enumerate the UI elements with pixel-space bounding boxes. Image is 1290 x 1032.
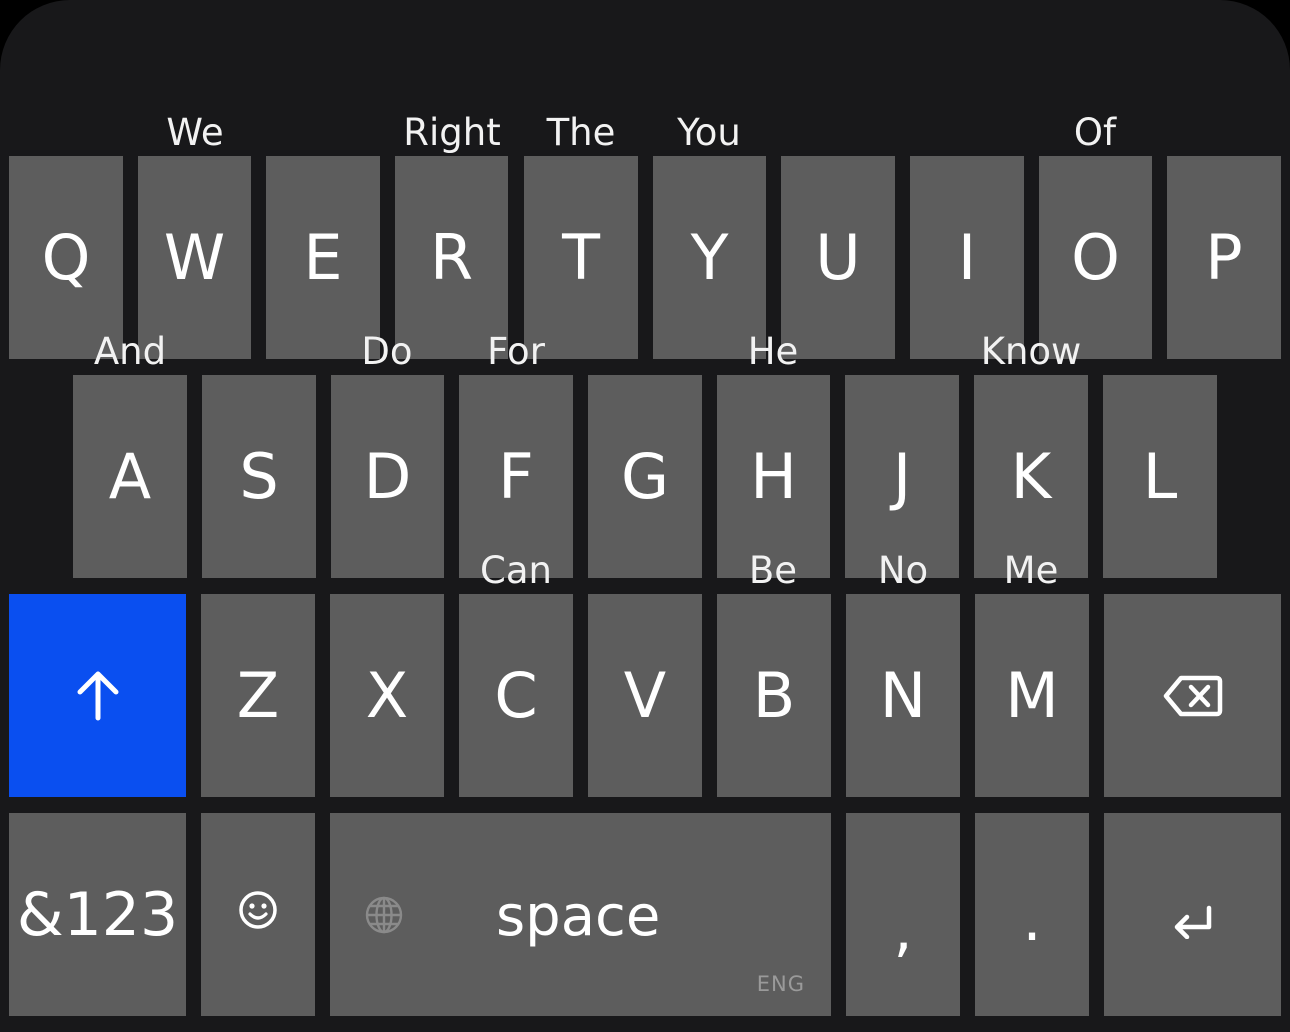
key-b[interactable]: B [717,594,831,797]
key-w[interactable]: W [138,156,251,359]
key-label: F [498,439,534,513]
key-d[interactable]: D [331,375,444,578]
smiley-icon [239,890,277,929]
arrow-up-icon [77,671,118,720]
key-f[interactable]: F [459,375,573,578]
key-label: T [562,220,600,294]
key-label: L [1142,439,1178,513]
key-label: P [1205,220,1243,294]
key-label: J [892,439,912,513]
suggestion-be[interactable]: Be [749,552,797,589]
suggestion-of[interactable]: Of [1074,114,1116,151]
key-n[interactable]: N [846,594,960,797]
key-label: E [303,220,343,294]
key-label: K [1010,439,1052,513]
key-label: M [1005,658,1059,732]
space-label: space [496,884,661,949]
key-g[interactable]: G [588,375,702,578]
shift-key[interactable] [9,594,186,797]
key-j[interactable]: J [845,375,959,578]
suggestion-he[interactable]: He [748,333,799,370]
return-key[interactable] [1104,813,1281,1016]
globe-icon [365,896,403,934]
suggestion-the[interactable]: The [547,114,616,151]
key-z[interactable]: Z [201,594,315,797]
suggestion-and[interactable]: And [94,333,166,370]
emoji-key[interactable] [201,813,315,1016]
key-s[interactable]: S [202,375,316,578]
key-q[interactable]: Q [9,156,123,359]
suggestion-you[interactable]: You [677,114,741,151]
key-u[interactable]: U [781,156,895,359]
suggestion-for[interactable]: For [487,333,545,370]
key-label: U [815,220,861,294]
key-label: Z [236,658,280,732]
key-o[interactable]: O [1039,156,1152,359]
suggestion-no[interactable]: No [878,552,928,589]
numbers-key[interactable]: &123 [9,813,186,1016]
delete-key[interactable] [1104,594,1281,797]
key-k[interactable]: K [974,375,1088,578]
space-key[interactable]: space ENG [330,813,831,1016]
key-y[interactable]: Y [653,156,766,359]
key-label: A [108,439,152,513]
key-label: C [494,658,538,732]
suggestion-me[interactable]: Me [1004,552,1059,589]
key-t[interactable]: T [524,156,638,359]
key-label: N [879,658,927,732]
key-label: . [1022,884,1042,955]
key-p[interactable]: P [1167,156,1281,359]
key-m[interactable]: M [975,594,1089,797]
suggestion-we[interactable]: We [166,114,223,151]
suggestion-can[interactable]: Can [480,552,552,589]
key-label: Y [690,220,729,294]
keyboard: We Right The You Of Q W E R T Y U I O P … [0,0,1290,1032]
key-label: X [365,658,409,732]
key-label: , [893,894,913,965]
key-i[interactable]: I [910,156,1024,359]
key-label: I [957,220,977,294]
language-label: ENG [756,972,805,996]
suggestion-right[interactable]: Right [403,114,500,151]
key-h[interactable]: H [717,375,830,578]
key-l[interactable]: L [1103,375,1217,578]
key-label: R [429,220,474,294]
key-r[interactable]: R [395,156,508,359]
key-e[interactable]: E [266,156,380,359]
key-c[interactable]: C [459,594,573,797]
comma-key[interactable]: , [846,813,960,1016]
key-label: O [1071,220,1120,294]
key-label: H [750,439,797,513]
key-label: Q [41,220,91,294]
suggestion-know[interactable]: Know [981,333,1082,370]
key-label: B [752,658,796,732]
key-label: V [623,658,667,732]
key-label: &123 [16,879,179,950]
suggestion-do[interactable]: Do [361,333,412,370]
key-label: G [620,439,670,513]
return-arrow-icon [1174,905,1211,939]
key-label: W [163,220,226,294]
key-label: S [239,439,279,513]
key-label: D [363,439,412,513]
key-v[interactable]: V [588,594,702,797]
key-x[interactable]: X [330,594,444,797]
key-a[interactable]: A [73,375,187,578]
backspace-icon [1163,675,1222,716]
period-key[interactable]: . [975,813,1089,1016]
